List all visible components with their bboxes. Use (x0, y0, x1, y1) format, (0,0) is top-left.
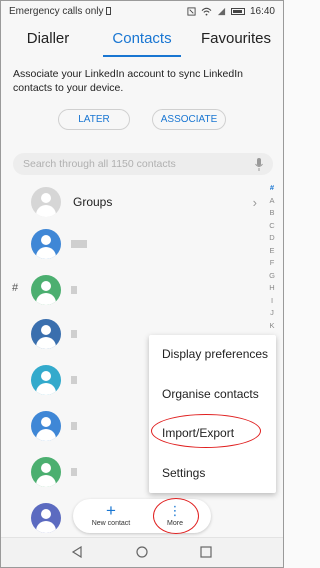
tab-contacts[interactable]: Contacts (95, 21, 189, 57)
avatar (31, 229, 61, 259)
status-bar: Emergency calls only 16:40 (1, 1, 283, 21)
search-input[interactable]: Search through all 1150 contacts (13, 153, 273, 175)
menu-item-settings[interactable]: Settings (149, 454, 276, 494)
recents-icon[interactable] (200, 546, 212, 558)
avatar (31, 275, 61, 305)
alpha-letter[interactable]: C (269, 220, 274, 233)
contact-row[interactable] (31, 227, 271, 261)
contact-name-redacted (71, 422, 77, 430)
bottom-action-bar: + New contact ⋮ More (73, 499, 211, 533)
new-contact-label: New contact (91, 520, 131, 527)
alpha-letter[interactable]: K (269, 320, 274, 333)
later-button[interactable]: LATER (58, 109, 130, 130)
groups-avatar-icon (31, 187, 61, 217)
contact-row[interactable] (31, 273, 271, 307)
avatar (31, 457, 61, 487)
menu-item-import-export[interactable]: Import/Export (149, 414, 276, 454)
section-header-hash: # (12, 282, 19, 294)
signal-icon (217, 7, 226, 15)
phone-screen: Emergency calls only 16:40 Dialler Conta… (0, 0, 284, 568)
wifi-icon (201, 7, 212, 16)
avatar (31, 319, 61, 349)
alpha-letter[interactable]: A (269, 195, 274, 208)
alpha-letter[interactable]: B (269, 207, 274, 220)
associate-button[interactable]: ASSOCIATE (152, 109, 226, 130)
microphone-icon[interactable] (255, 157, 263, 171)
contact-name-redacted (71, 376, 77, 384)
more-vertical-icon: ⋮ (168, 503, 182, 518)
more-menu: Display preferences Organise contacts Im… (149, 335, 276, 493)
alpha-letter[interactable]: G (269, 270, 275, 283)
new-contact-button[interactable]: + New contact (83, 501, 139, 528)
alpha-letter[interactable]: E (269, 245, 274, 258)
groups-row[interactable]: Groups › (31, 185, 271, 219)
contact-name-redacted (71, 240, 87, 248)
carrier-text: Emergency calls only (9, 5, 104, 17)
battery-icon (230, 7, 245, 15)
avatar (31, 503, 61, 533)
banner-buttons: LATER ASSOCIATE (1, 109, 283, 130)
tab-dialler[interactable]: Dialler (1, 21, 95, 57)
menu-item-organise-contacts[interactable]: Organise contacts (149, 375, 276, 415)
nfc-icon (187, 6, 196, 16)
avatar (31, 365, 61, 395)
menu-item-display-preferences[interactable]: Display preferences (149, 335, 276, 375)
home-icon[interactable] (136, 546, 148, 558)
navigation-bar (1, 537, 283, 567)
clock: 16:40 (249, 5, 275, 17)
contact-name-redacted (71, 468, 77, 476)
tab-indicator (103, 55, 181, 57)
avatar (31, 411, 61, 441)
contact-name-redacted (71, 330, 77, 338)
alpha-letter[interactable]: F (270, 257, 275, 270)
chevron-right-icon: › (252, 195, 257, 210)
alpha-letter[interactable]: H (269, 282, 274, 295)
contact-name-redacted (71, 286, 77, 294)
tab-bar: Dialler Contacts Favourites (1, 21, 283, 57)
back-icon[interactable] (71, 546, 83, 558)
alpha-letter[interactable]: J (270, 307, 274, 320)
alpha-letter[interactable]: D (269, 232, 274, 245)
groups-label: Groups (73, 195, 113, 209)
plus-icon: + (106, 501, 116, 520)
sim-icon (106, 7, 112, 15)
more-button[interactable]: ⋮ More (147, 502, 203, 527)
more-label: More (167, 520, 183, 527)
tab-favourites[interactable]: Favourites (189, 21, 283, 57)
alphabet-index[interactable]: # A B C D E F G H I J K L (267, 182, 277, 345)
alpha-letter[interactable]: I (271, 295, 273, 308)
linkedin-banner-text: Associate your LinkedIn account to sync … (13, 68, 243, 94)
alpha-letter[interactable]: # (270, 182, 274, 195)
search-placeholder: Search through all 1150 contacts (23, 158, 176, 170)
